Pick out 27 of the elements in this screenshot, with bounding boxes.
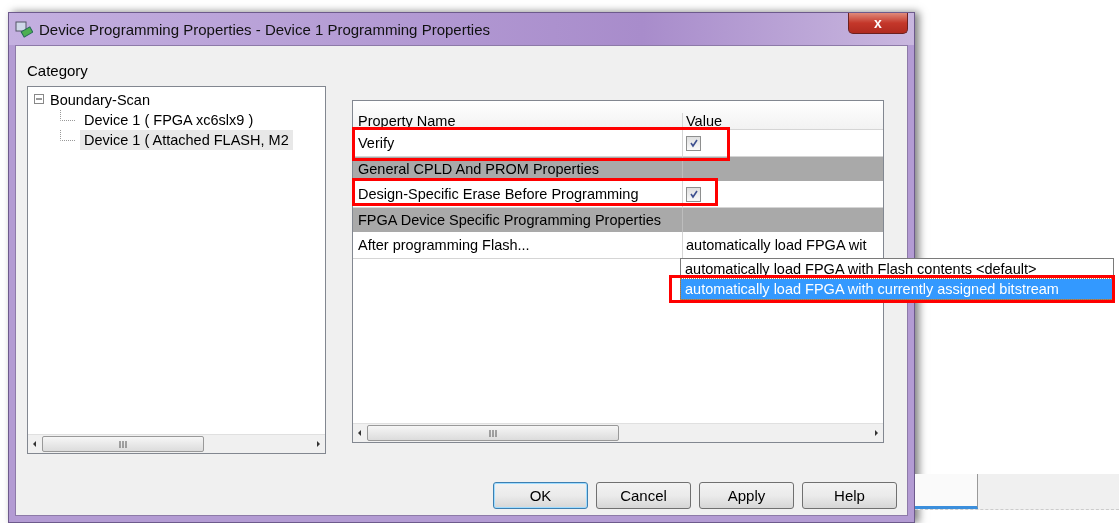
scroll-thumb[interactable] [42, 436, 204, 452]
tree-connector-icon [60, 110, 76, 121]
dialog-button[interactable]: Apply [699, 482, 794, 509]
property-name: Design-Specific Erase Before Programming [353, 181, 683, 207]
dropdown-value[interactable]: automatically load FPGA wit [686, 237, 867, 253]
tree-item[interactable]: Boundary-Scan [46, 90, 154, 110]
dialog-button[interactable]: Cancel [596, 482, 691, 509]
column-header: Property Name [353, 113, 683, 129]
close-button[interactable]: x [848, 13, 908, 34]
horizontal-scrollbar[interactable] [28, 434, 325, 453]
dialog-button[interactable]: OK [493, 482, 588, 509]
tree-item[interactable]: Device 1 ( FPGA xc6slx9 ) [80, 110, 258, 130]
check-icon [688, 138, 699, 148]
window-title: Device Programming Properties - Device 1 Programming Properties [39, 20, 491, 38]
tree-connector-icon [60, 130, 76, 141]
tree-item[interactable]: Device 1 ( Attached FLASH, M2 [80, 130, 293, 150]
scroll-thumb[interactable] [367, 425, 619, 441]
horizontal-scrollbar[interactable] [353, 423, 883, 442]
column-header: Value [685, 113, 723, 129]
check-icon [688, 189, 699, 199]
dialog-button[interactable]: Help [802, 482, 897, 509]
checkbox[interactable] [686, 135, 701, 151]
collapse-icon[interactable] [34, 94, 46, 106]
category-label: Category [27, 62, 89, 79]
device-icon [15, 20, 33, 38]
checkbox[interactable] [686, 186, 701, 202]
property-name: Verify [353, 130, 683, 156]
